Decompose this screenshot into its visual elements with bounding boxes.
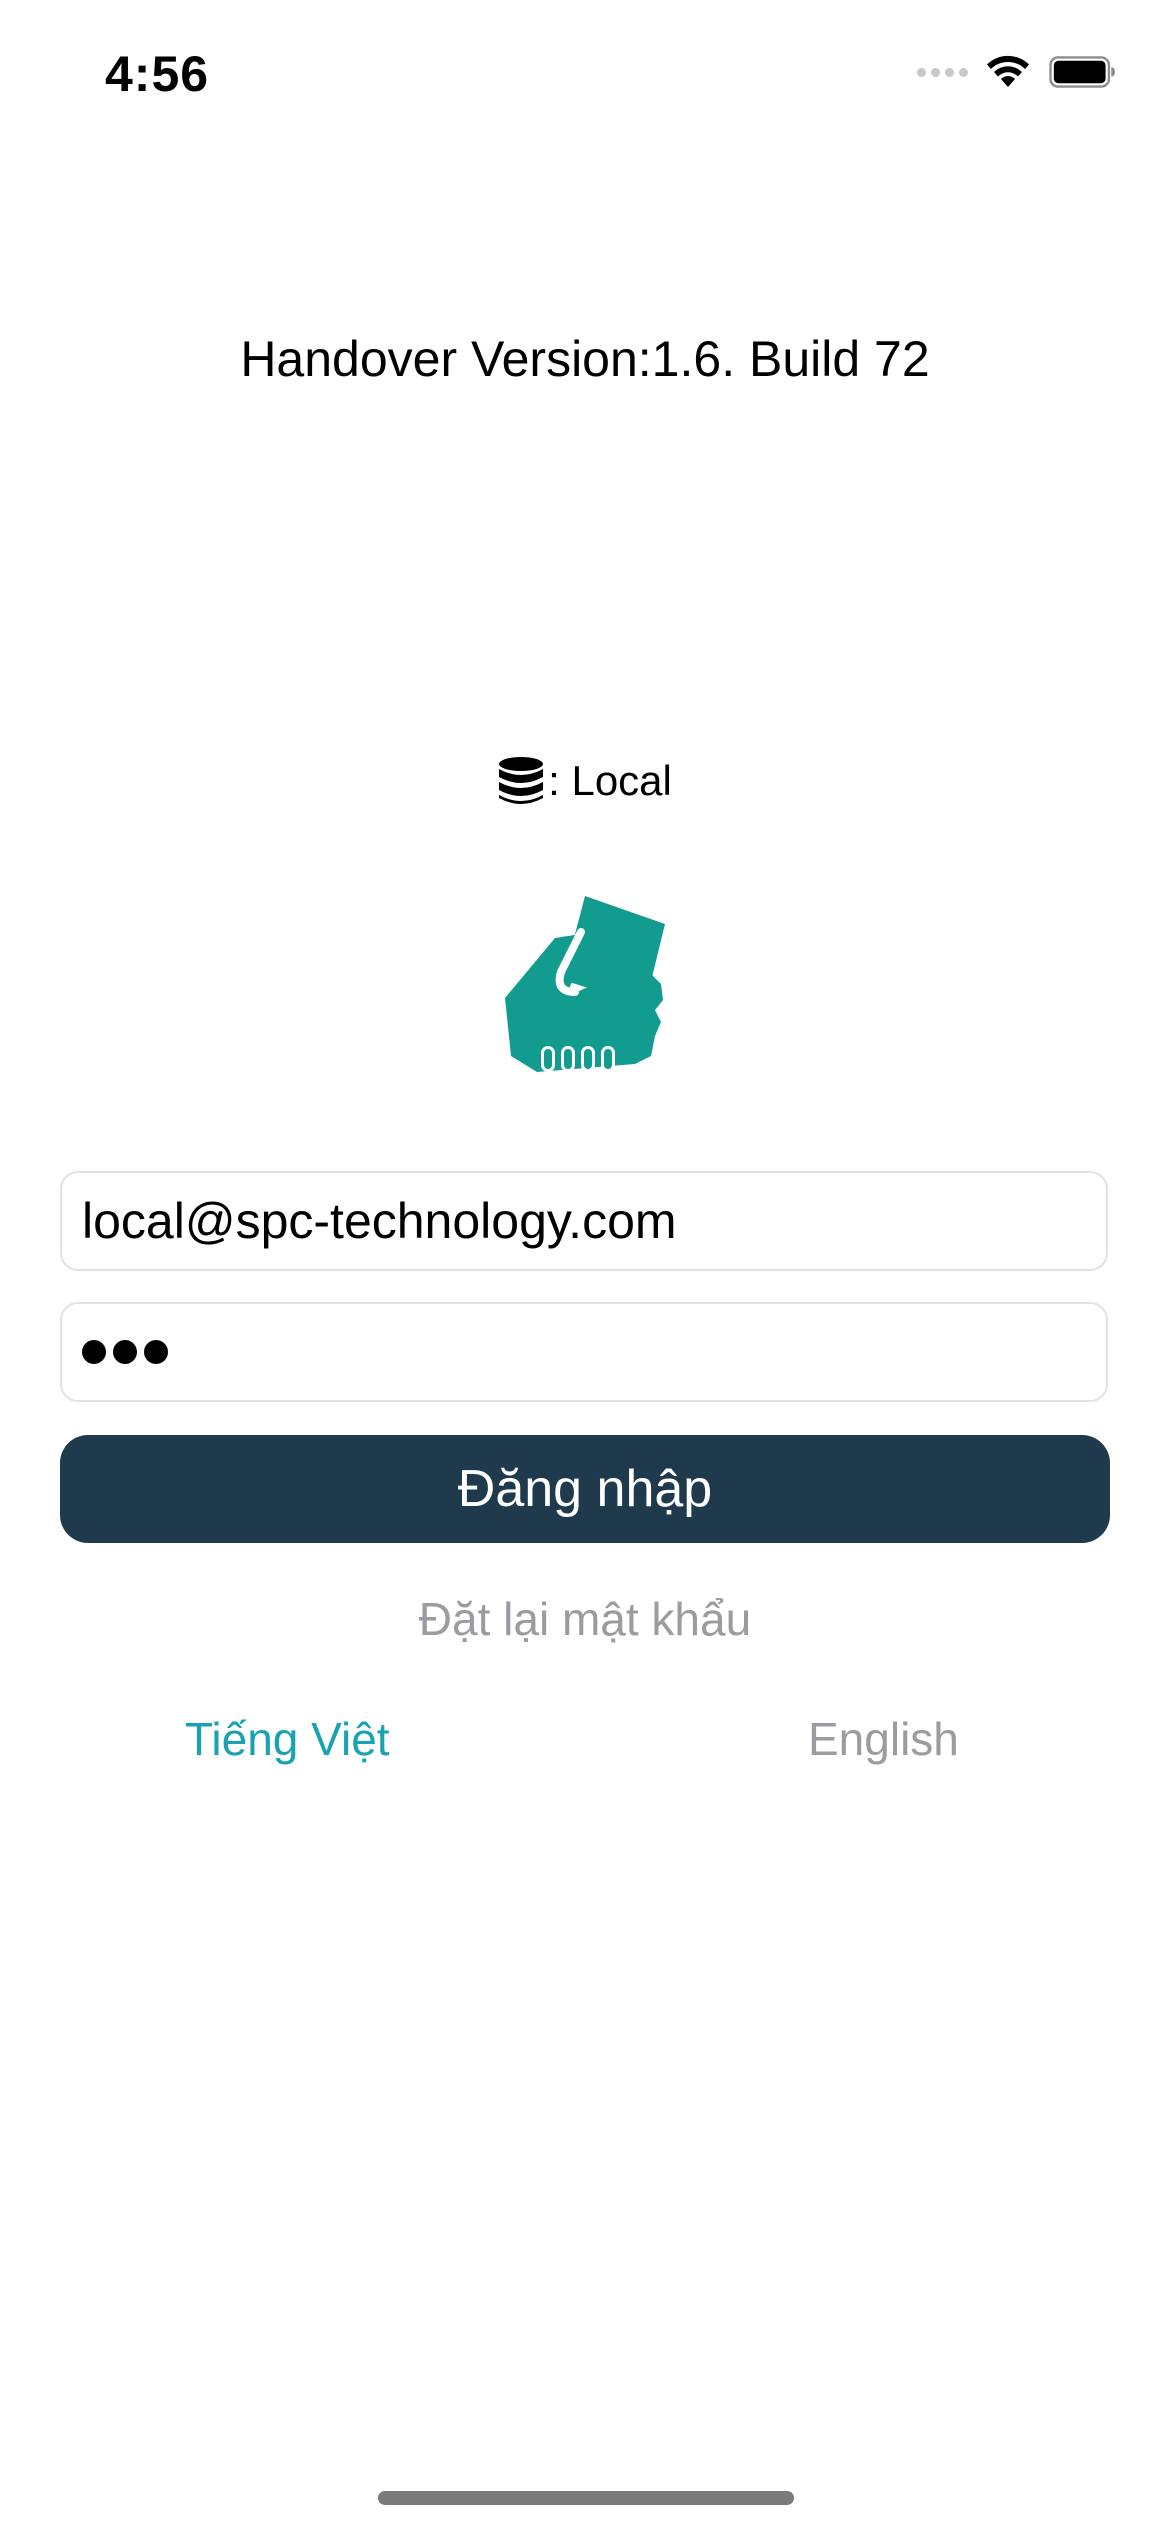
wifi-icon: [987, 55, 1029, 87]
email-field[interactable]: local@spc-technology.com: [60, 1171, 1108, 1271]
language-option-english[interactable]: English: [808, 1712, 959, 1766]
database-icon: [499, 757, 544, 804]
login-button[interactable]: Đăng nhập: [60, 1435, 1110, 1543]
status-time: 4:56: [105, 46, 210, 102]
reset-password-link[interactable]: Đặt lại mật khẩu: [0, 1592, 1170, 1646]
server-indicator: : Local: [0, 756, 1170, 806]
hand-card-logo-icon: [505, 896, 665, 1072]
home-indicator[interactable]: [378, 2491, 794, 2505]
server-label: : Local: [548, 757, 672, 804]
battery-icon: [1049, 56, 1115, 88]
cellular-signal-icon: [917, 67, 968, 77]
status-icons: [917, 55, 1118, 89]
app-version-label: Handover Version:1.6. Build 72: [240, 331, 930, 387]
password-mask: [82, 1340, 168, 1364]
status-bar: 4:56: [0, 0, 1170, 140]
password-field[interactable]: [60, 1302, 1108, 1402]
email-value: local@spc-technology.com: [82, 1193, 677, 1249]
language-option-vietnamese[interactable]: Tiếng Việt: [185, 1712, 390, 1766]
